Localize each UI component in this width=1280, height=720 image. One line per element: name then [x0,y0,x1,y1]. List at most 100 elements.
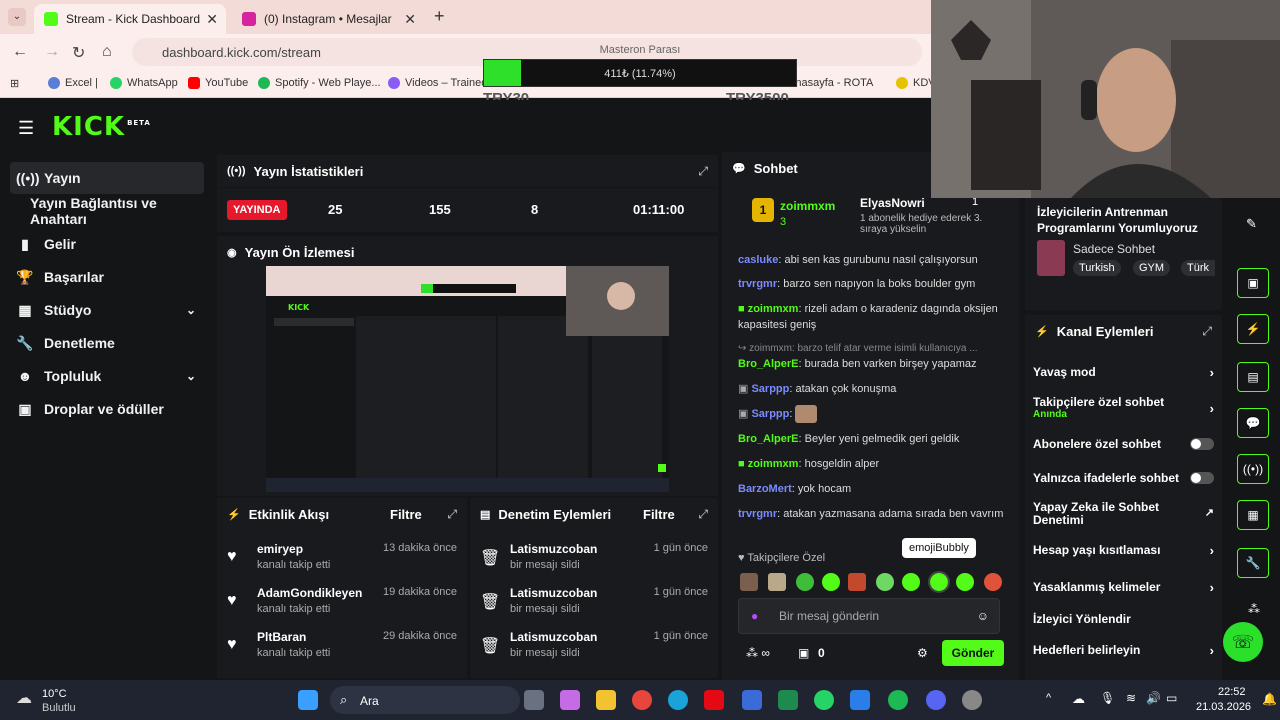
action-followers-only[interactable]: Takipçilere özel sohbet Anında › [1033,395,1214,420]
clock-time[interactable]: 22:52 [1218,686,1246,698]
rail-layout-button[interactable]: ▦ [1237,500,1269,530]
netflix-icon[interactable] [704,690,724,710]
chat-user[interactable]: Bro_AlperE [738,358,799,370]
rail-chat-button[interactable]: 💬 [1237,408,1269,438]
emote-icon[interactable] [848,573,866,591]
expand-icon[interactable]: ⤢ [1202,324,1212,339]
emote-icon[interactable] [822,573,840,591]
chat-user[interactable]: casluke [738,254,778,266]
obs-icon[interactable] [962,690,982,710]
windows-start-icon[interactable] [298,690,318,710]
task-view-icon[interactable] [524,690,544,710]
edge-icon[interactable] [668,690,688,710]
chat-user[interactable]: Bro_AlperE [738,433,799,445]
tab-instagram[interactable]: (0) Instagram • Mesajlar ✕ [232,4,424,34]
rail-lightning-button[interactable]: ⚡ [1237,314,1269,344]
file-explorer-icon[interactable] [596,690,616,710]
onedrive-icon[interactable]: ☁ [1072,691,1085,707]
gift-icon[interactable]: ▣ [798,646,809,660]
emote-icon[interactable] [796,573,814,591]
tag-chip[interactable]: Turkish [1073,260,1121,276]
close-icon[interactable]: ✕ [404,11,416,28]
action-banned-words[interactable]: Yasaklanmış kelimeler › [1033,580,1214,595]
sidebar-item-droplar[interactable]: ▣ Droplar ve ödüller [10,393,204,425]
copilot-icon[interactable] [560,690,580,710]
activity-user[interactable]: AdamGondikleyen [257,586,362,600]
apps-icon[interactable]: ⊞ [10,77,19,90]
emote-icon[interactable] [740,573,758,591]
moderation-user[interactable]: Latismuzcoban [510,630,597,644]
notification-icon[interactable]: 🔔 [1262,692,1277,706]
sidebar-item-basarilar[interactable]: 🏆 Başarılar [10,261,204,293]
new-tab-button[interactable]: + [434,6,445,27]
expand-icon[interactable]: ⤢ [447,507,457,522]
emote-icon[interactable] [956,573,974,591]
emote-icon[interactable] [984,573,1002,591]
chat-user[interactable]: zoimmxm [748,303,799,315]
rail-notes-button[interactable]: ▤ [1237,362,1269,392]
kick-logo[interactable]: KICK BETA [52,112,151,142]
sidebar-item-topluluk[interactable]: ☻ Topluluk ⌄ [10,360,204,392]
speaker-icon[interactable]: 🔊 [1146,691,1161,705]
reload-icon[interactable]: ↻ [72,43,85,63]
tab-list-button[interactable]: ⌄ [8,8,26,26]
menu-icon[interactable]: ☰ [18,118,34,139]
action-subscribers-only[interactable]: Abonelere özel sohbet [1033,437,1214,451]
activity-user[interactable]: emiryep [257,542,303,556]
bookmark-kdv[interactable]: KDV [896,77,936,89]
action-ai-moderation[interactable]: Yapay Zeka ile Sohbet Denetimi ↗ [1033,501,1214,527]
chevron-up-icon[interactable]: ^ [1046,692,1051,704]
activity-filter-button[interactable]: Filtre [390,507,422,522]
gift-leader-name[interactable]: ElyasNowri [860,196,925,210]
emote-icon[interactable] [902,573,920,591]
subscribers-only-toggle[interactable] [1190,438,1214,450]
bookmark-anasayfa[interactable]: Anasayfa - ROTA [788,77,873,89]
moderation-filter-button[interactable]: Filtre [643,507,675,522]
sidebar-item-stream-key[interactable]: Yayın Bağlantısı ve Anahtarı [10,195,204,227]
bookmark-whatsapp[interactable]: WhatsApp [110,77,178,89]
stream-preview-image[interactable]: KICK [266,266,669,492]
sidebar-item-yayin[interactable]: ((•)) Yayın [10,162,204,194]
store-icon[interactable] [742,690,762,710]
bookmark-youtube[interactable]: YouTube [188,77,248,89]
activity-user[interactable]: PltBaran [257,630,306,644]
home-icon[interactable]: ⌂ [102,43,112,61]
mic-icon[interactable]: 🎙 [1100,691,1115,705]
close-icon[interactable]: ✕ [206,11,218,28]
sidebar-item-gelir[interactable]: ▮ Gelir [10,228,204,260]
bookmark-videos[interactable]: Videos – Trained b [388,77,497,89]
excel-icon[interactable] [778,690,798,710]
wifi-icon[interactable]: ≋ [1126,691,1136,705]
chat-user[interactable]: trvrgmr [738,278,777,290]
top-gifter-name[interactable]: zoimmxm [780,199,835,213]
emote-icon[interactable] [876,573,894,591]
category-name[interactable]: Sadece Sohbet [1073,242,1155,256]
infinity-icon[interactable]: ⁂ ∞ [746,646,770,660]
spotify-icon[interactable] [888,690,908,710]
emote-icon[interactable] [768,573,786,591]
weather-temp[interactable]: 10°C [42,688,67,700]
expand-icon[interactable]: ⤢ [698,507,708,522]
mic-icon[interactable]: ● [751,609,758,623]
send-button[interactable]: Gönder [942,640,1004,666]
edit-icon[interactable]: ✎ [1246,216,1257,232]
taskbar-search[interactable]: ⌕ Ara [330,686,520,714]
chat-user[interactable]: trvrgmr [738,508,777,520]
chat-user[interactable]: BarzoMert [738,483,792,495]
rail-broadcast-button[interactable]: ((•)) [1237,454,1269,484]
battery-icon[interactable]: ▭ [1166,691,1177,705]
chrome-icon[interactable] [632,690,652,710]
tag-chip[interactable]: GYM [1133,260,1171,276]
chat-user[interactable]: Sarppp [751,408,789,420]
emoji-icon[interactable]: ☺ [977,609,989,623]
bookmark-excel[interactable]: Excel | [48,77,98,89]
action-emotes-only[interactable]: Yalnızca ifadelerle sohbet [1033,471,1214,485]
action-account-age[interactable]: Hesap yaşı kısıtlaması › [1033,543,1214,558]
clock-date[interactable]: 21.03.2026 [1196,701,1251,713]
chat-user[interactable]: zoimmxm [748,458,799,470]
action-slow-mode[interactable]: Yavaş mod › [1033,365,1214,380]
sidebar-item-denetleme[interactable]: 🔧 Denetleme [10,327,204,359]
support-chat-icon[interactable]: ☏ [1223,622,1263,662]
whatsapp-icon[interactable] [814,690,834,710]
rail-camera-button[interactable]: ▣ [1237,268,1269,298]
